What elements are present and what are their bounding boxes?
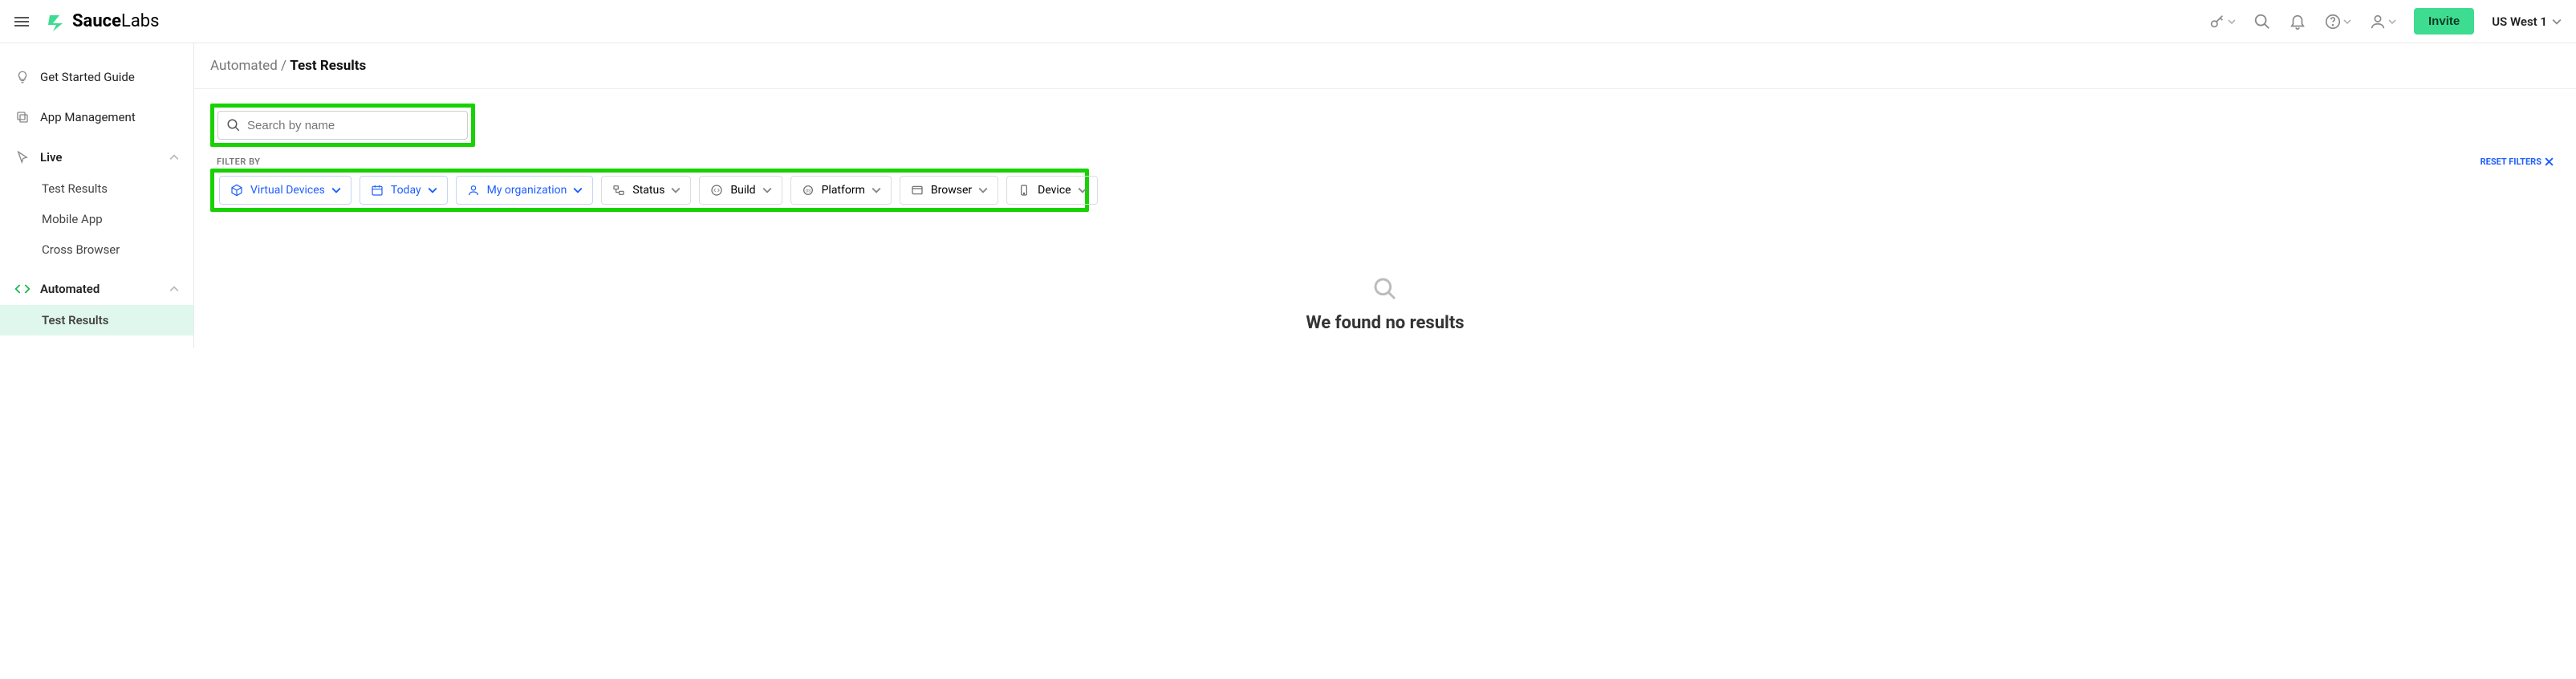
sidebar-live-cross-browser[interactable]: Cross Browser (0, 234, 193, 265)
sidebar-item-label: Test Results (42, 181, 108, 196)
build-icon (709, 183, 724, 197)
filter-build[interactable]: Build (699, 176, 782, 205)
device-icon (1017, 183, 1031, 197)
person-icon (466, 183, 481, 197)
sidebar-automated[interactable]: Automated (0, 273, 193, 305)
chevron-down-icon (573, 185, 583, 195)
svg-text:OS: OS (805, 189, 811, 194)
sidebar-item-label: App Management (40, 110, 136, 124)
breadcrumb-current: Test Results (290, 58, 366, 74)
empty-message: We found no results (210, 313, 2560, 333)
browser-icon (910, 183, 924, 197)
region-label: US West 1 (2492, 14, 2547, 29)
chevron-up-icon (169, 284, 179, 294)
sidebar-automated-test-results[interactable]: Test Results (0, 305, 193, 335)
filter-status[interactable]: Status (601, 176, 691, 205)
chevron-down-icon (331, 185, 341, 195)
sidebar-live[interactable]: Live (0, 141, 193, 173)
filter-label: Status (632, 184, 664, 197)
search-large-icon (210, 276, 2560, 302)
lightbulb-icon (14, 69, 30, 85)
logo-mark-icon (45, 10, 67, 33)
filter-label: Build (730, 184, 755, 197)
filter-label: My organization (487, 184, 567, 197)
key-icon[interactable] (2208, 13, 2236, 30)
sidebar-item-label: Cross Browser (42, 242, 120, 257)
user-icon[interactable] (2369, 13, 2396, 30)
cube-icon (230, 183, 244, 197)
chevron-up-icon (169, 152, 179, 162)
search-input-container[interactable] (217, 111, 468, 140)
search-icon (226, 118, 241, 132)
sidebar-item-label: Live (40, 150, 63, 165)
filter-by-label: FILTER BY (217, 157, 261, 167)
filter-virtual-devices[interactable]: Virtual Devices (219, 176, 351, 205)
invite-button[interactable]: Invite (2414, 8, 2474, 35)
filter-label: Browser (931, 184, 972, 197)
filter-label: Today (391, 184, 421, 197)
filters-highlight: Virtual Devices Today My organization St… (210, 169, 1089, 212)
sidebar-live-mobile-app[interactable]: Mobile App (0, 204, 193, 234)
calendar-icon (370, 183, 384, 197)
breadcrumb-parent[interactable]: Automated (210, 58, 278, 74)
sidebar-app-management[interactable]: App Management (0, 101, 193, 133)
region-selector[interactable]: US West 1 (2492, 14, 2562, 29)
chevron-down-icon (762, 185, 772, 195)
code-icon (14, 281, 30, 297)
app-icon (14, 109, 30, 125)
chevron-down-icon (978, 185, 988, 195)
platform-icon: OS (801, 183, 815, 197)
sidebar-item-label: Mobile App (42, 212, 103, 226)
close-icon (2545, 157, 2554, 166)
filter-label: Virtual Devices (250, 184, 325, 197)
chevron-down-icon (428, 185, 437, 195)
sidebar-item-label: Get Started Guide (40, 70, 135, 84)
brand-logo[interactable]: SauceLabs (45, 10, 160, 33)
filter-platform[interactable]: OS Platform (790, 176, 892, 205)
filter-my-org[interactable]: My organization (456, 176, 594, 205)
chevron-down-icon (671, 185, 681, 195)
reset-label: RESET FILTERS (2481, 157, 2541, 167)
bell-icon[interactable] (2289, 13, 2306, 30)
sidebar-item-label: Automated (40, 282, 100, 296)
help-icon[interactable] (2324, 13, 2351, 30)
filter-today[interactable]: Today (360, 176, 448, 205)
filter-label: Platform (822, 184, 865, 197)
search-input[interactable] (247, 119, 459, 132)
sidebar-get-started[interactable]: Get Started Guide (0, 61, 193, 93)
filter-label: Device (1038, 184, 1071, 197)
search-highlight (210, 104, 475, 147)
breadcrumb: Automated / Test Results (194, 43, 2576, 89)
sidebar-item-label: Test Results (42, 313, 108, 327)
empty-state: We found no results (210, 276, 2560, 333)
brand-text-2: Labs (121, 11, 160, 31)
chevron-down-icon (1078, 185, 1087, 195)
menu-icon[interactable] (14, 17, 29, 26)
breadcrumb-sep: / (278, 58, 290, 74)
sidebar-live-test-results[interactable]: Test Results (0, 173, 193, 204)
brand-text-1: Sauce (72, 11, 121, 31)
search-icon[interactable] (2253, 13, 2271, 30)
chevron-down-icon (872, 185, 881, 195)
filter-device[interactable]: Device (1006, 176, 1097, 205)
status-icon (611, 183, 626, 197)
cursor-icon (14, 149, 30, 165)
reset-filters-button[interactable]: RESET FILTERS (2481, 157, 2554, 167)
filter-browser[interactable]: Browser (900, 176, 998, 205)
